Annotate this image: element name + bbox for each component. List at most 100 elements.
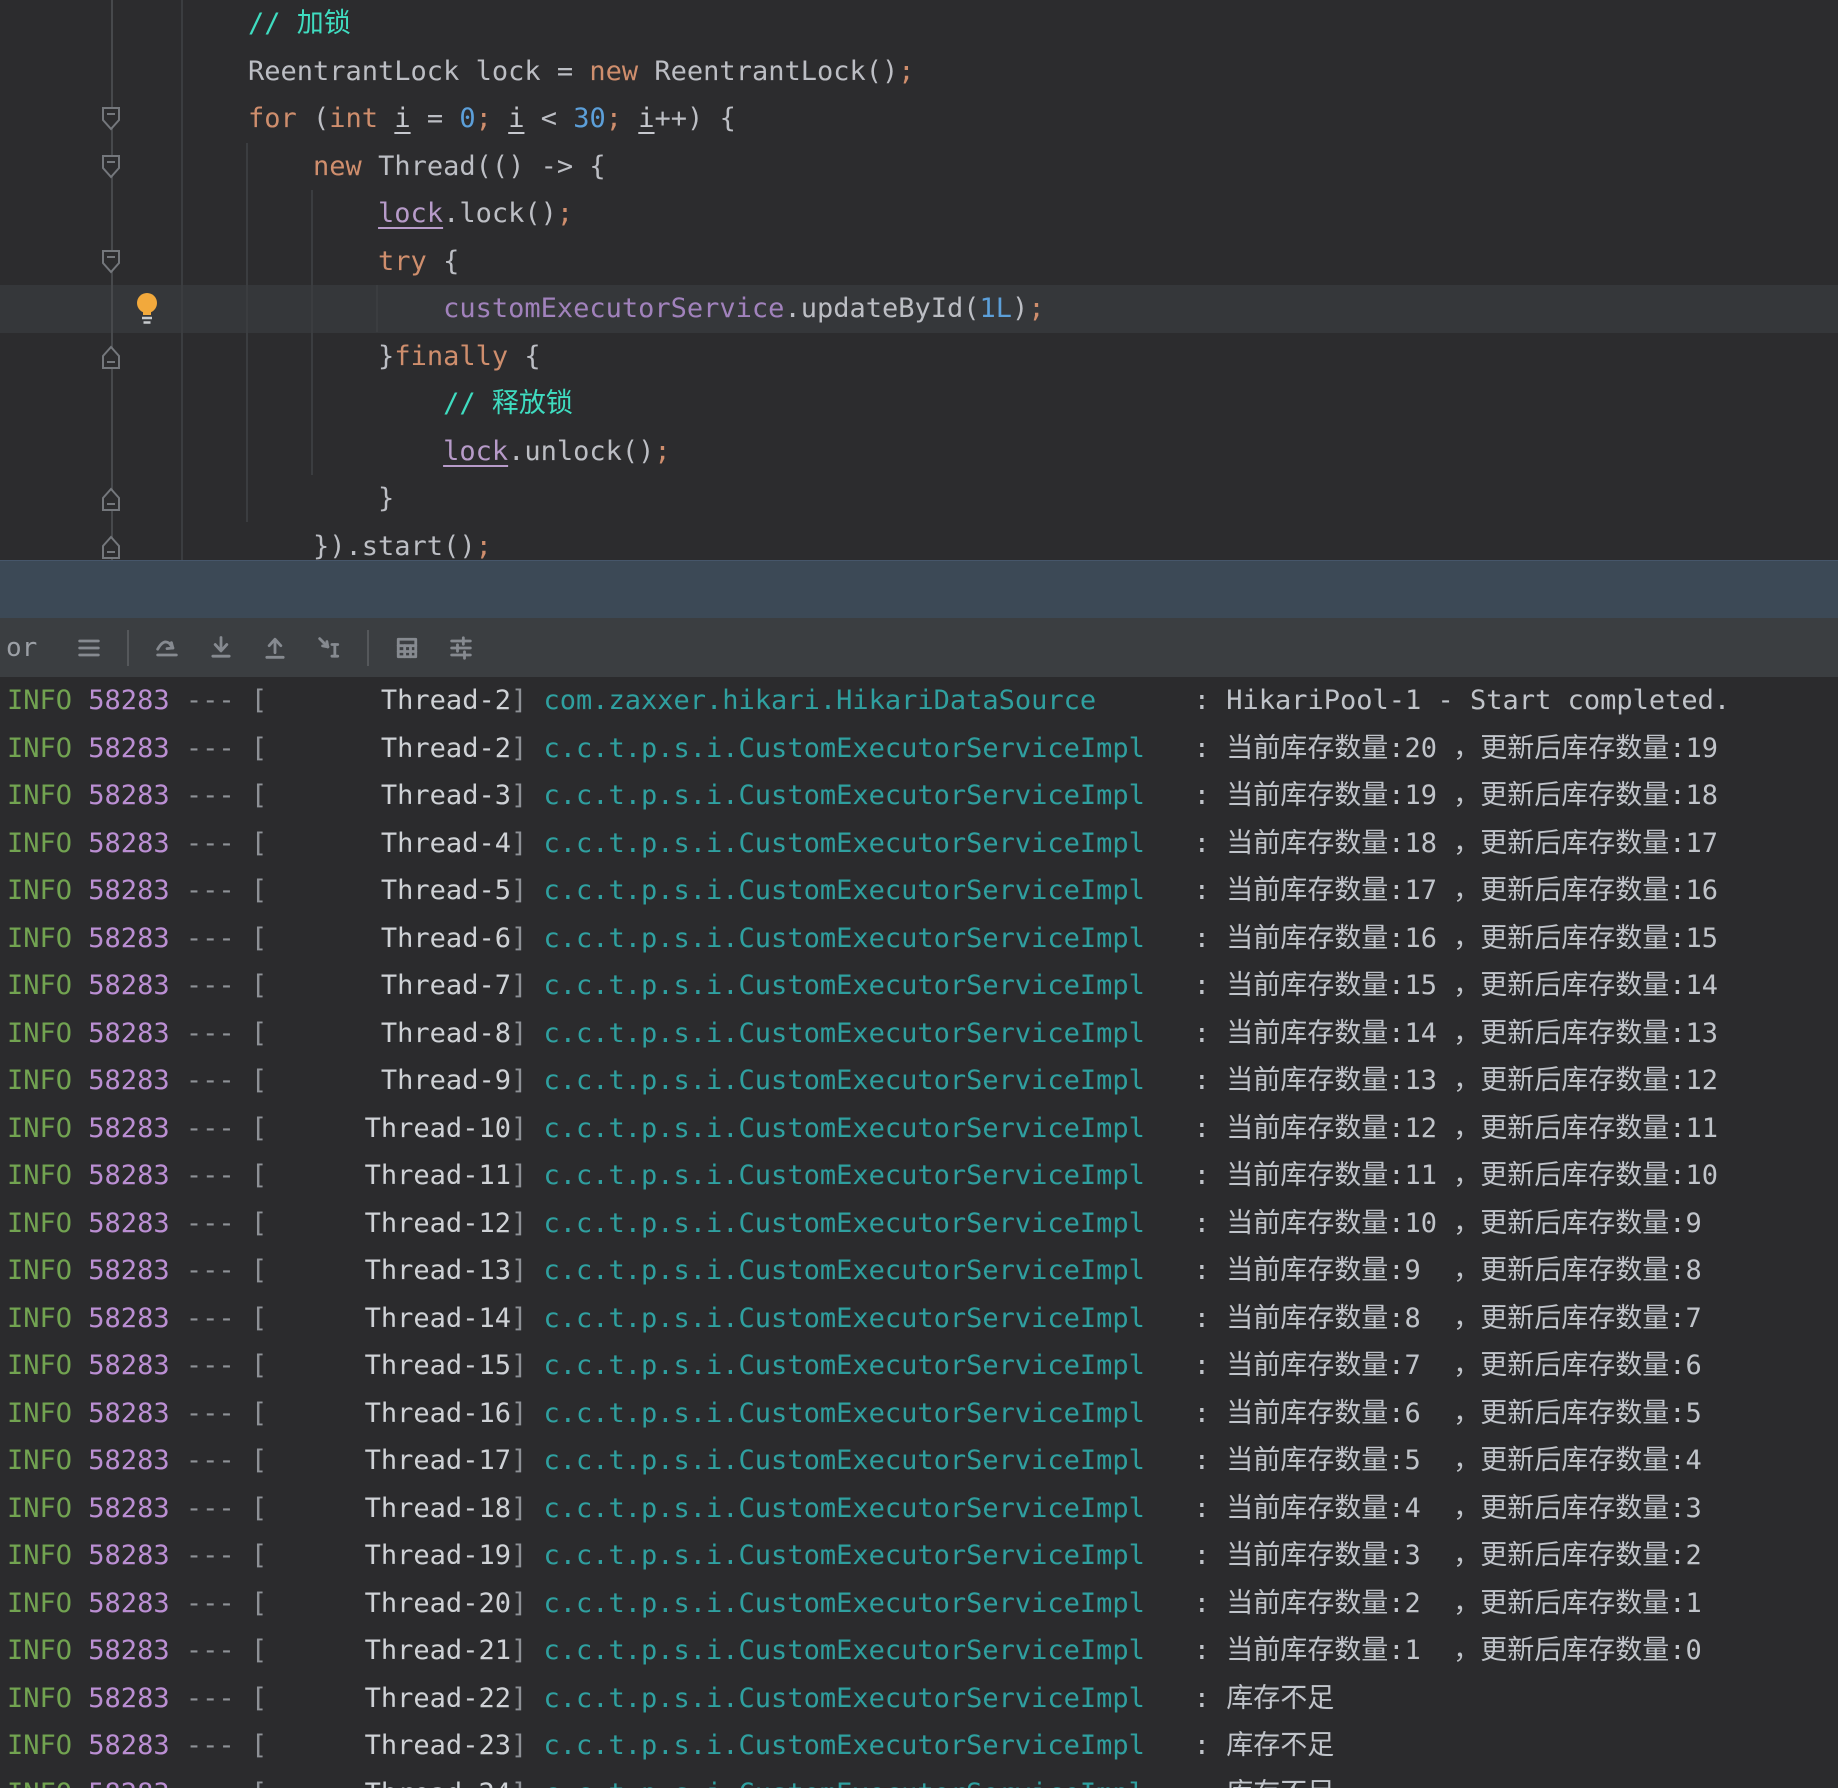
log-field: c.c.t.p.s.i.CustomExecutorServiceImpl <box>543 1730 1193 1761</box>
scroll-down-glyph <box>207 634 235 662</box>
log-field <box>72 733 88 764</box>
code-line: } <box>248 475 1045 523</box>
intention-bulb-icon[interactable] <box>134 291 162 327</box>
log-field <box>72 1208 88 1239</box>
log-field <box>72 828 88 859</box>
log-row: INFO 58283 --- [ Thread-10] c.c.t.p.s.i.… <box>7 1105 1838 1153</box>
code-token: = <box>411 103 460 134</box>
log-field: c.c.t.p.s.i.CustomExecutorServiceImpl <box>543 1160 1193 1191</box>
code-editor[interactable]: // 加锁ReentrantLock lock = new ReentrantL… <box>0 0 1838 560</box>
log-field: c.c.t.p.s.i.CustomExecutorServiceImpl <box>543 1398 1193 1429</box>
log-field: 58283 <box>88 1445 169 1476</box>
log-field: 58283 <box>88 1113 169 1144</box>
jump-to-caret-icon[interactable] <box>313 632 345 664</box>
log-field: Thread-23 <box>267 1730 511 1761</box>
grid-icon[interactable] <box>391 632 423 664</box>
log-field: Thread-11 <box>267 1160 511 1191</box>
log-field: Thread-13 <box>267 1255 511 1286</box>
log-field: : <box>1194 1493 1227 1524</box>
log-field <box>72 1778 88 1788</box>
log-field: 库存不足 <box>1226 1730 1334 1761</box>
fold-collapse-icon[interactable] <box>100 154 122 180</box>
log-field: 当前库存数量:6 ，更新后库存数量:5 <box>1226 1398 1702 1429</box>
fold-end-icon[interactable] <box>100 534 122 560</box>
log-field: c.c.t.p.s.i.CustomExecutorServiceImpl <box>543 1065 1193 1096</box>
log-field: INFO <box>7 1588 72 1619</box>
log-field <box>72 1445 88 1476</box>
code-token: // 加锁 <box>248 8 351 39</box>
log-field: 当前库存数量:14 ，更新后库存数量:13 <box>1226 1018 1718 1049</box>
log-row: INFO 58283 --- [ Thread-23] c.c.t.p.s.i.… <box>7 1722 1838 1770</box>
log-field: 当前库存数量:8 ，更新后库存数量:7 <box>1226 1303 1702 1334</box>
log-field: --- [ <box>170 828 268 859</box>
log-field: Thread-2 <box>267 733 511 764</box>
log-field: : <box>1194 1778 1227 1788</box>
log-row: INFO 58283 --- [ Thread-2] c.c.t.p.s.i.C… <box>7 725 1838 773</box>
toolbar-cropped-label: or <box>6 633 37 663</box>
log-field: Thread-2 <box>267 685 511 716</box>
log-field: ] <box>511 1540 544 1571</box>
log-field: --- [ <box>170 1160 268 1191</box>
code-token: finally <box>394 341 508 372</box>
console-toolbar: or <box>0 618 1838 677</box>
fold-end-icon[interactable] <box>100 344 122 370</box>
grid-glyph <box>393 634 421 662</box>
fold-collapse-icon[interactable] <box>100 106 122 132</box>
log-field: 58283 <box>88 1635 169 1666</box>
log-field: 58283 <box>88 1588 169 1619</box>
log-field: Thread-12 <box>267 1208 511 1239</box>
console-output[interactable]: INFO 58283 --- [ Thread-2] com.zaxxer.hi… <box>0 677 1838 1788</box>
log-field: INFO <box>7 1635 72 1666</box>
log-field: 58283 <box>88 1208 169 1239</box>
log-field <box>72 970 88 1001</box>
log-field: c.c.t.p.s.i.CustomExecutorServiceImpl <box>543 1493 1193 1524</box>
filter-settings-icon[interactable] <box>445 632 477 664</box>
code-token: ++) { <box>655 103 736 134</box>
log-field: c.c.t.p.s.i.CustomExecutorServiceImpl <box>543 875 1193 906</box>
code-line: // 加锁 <box>248 0 1045 48</box>
code-token: ReentrantLock lock = <box>248 56 589 87</box>
log-field: --- [ <box>170 1778 268 1788</box>
log-field: --- [ <box>170 1303 268 1334</box>
soft-wrap-icon[interactable] <box>151 632 183 664</box>
menu-icon[interactable] <box>73 632 105 664</box>
log-field: : <box>1194 1208 1227 1239</box>
log-field: c.c.t.p.s.i.CustomExecutorServiceImpl <box>543 733 1193 764</box>
log-field: 58283 <box>88 923 169 954</box>
log-field: --- [ <box>170 1588 268 1619</box>
code-token: .updateById( <box>784 293 979 324</box>
log-field <box>72 1113 88 1144</box>
log-row: INFO 58283 --- [ Thread-24] c.c.t.p.s.i.… <box>7 1770 1838 1788</box>
code-token: i <box>394 103 410 134</box>
fold-collapse-icon[interactable] <box>100 249 122 275</box>
scroll-up-icon[interactable] <box>259 632 291 664</box>
log-field: ] <box>511 1018 544 1049</box>
log-field: 58283 <box>88 685 169 716</box>
scroll-up-glyph <box>261 634 289 662</box>
log-field: ] <box>511 1065 544 1096</box>
log-field: : <box>1194 1540 1227 1571</box>
log-field: 当前库存数量:7 ，更新后库存数量:6 <box>1226 1350 1702 1381</box>
log-field: 58283 <box>88 828 169 859</box>
log-field: 当前库存数量:18 ，更新后库存数量:17 <box>1226 828 1718 859</box>
code-line: lock.lock(); <box>248 190 1045 238</box>
code-token <box>248 293 443 324</box>
log-field: c.c.t.p.s.i.CustomExecutorServiceImpl <box>543 1778 1193 1788</box>
code-token: }).start() <box>248 531 476 561</box>
splitter-bar[interactable] <box>0 560 1838 619</box>
fold-end-icon[interactable] <box>100 486 122 512</box>
code-line: }).start(); <box>248 523 1045 561</box>
code-token: 1L <box>980 293 1013 324</box>
log-field <box>72 1350 88 1381</box>
code-token: new <box>589 56 638 87</box>
log-field: --- [ <box>170 1208 268 1239</box>
log-row: INFO 58283 --- [ Thread-5] c.c.t.p.s.i.C… <box>7 867 1838 915</box>
code-token: .lock() <box>443 198 557 229</box>
log-field: ] <box>511 875 544 906</box>
log-field: : <box>1194 1730 1227 1761</box>
log-field: INFO <box>7 1445 72 1476</box>
log-field: : <box>1194 1445 1227 1476</box>
code-line: new Thread(() -> { <box>248 143 1045 191</box>
log-field: 当前库存数量:4 ，更新后库存数量:3 <box>1226 1493 1702 1524</box>
scroll-down-icon[interactable] <box>205 632 237 664</box>
